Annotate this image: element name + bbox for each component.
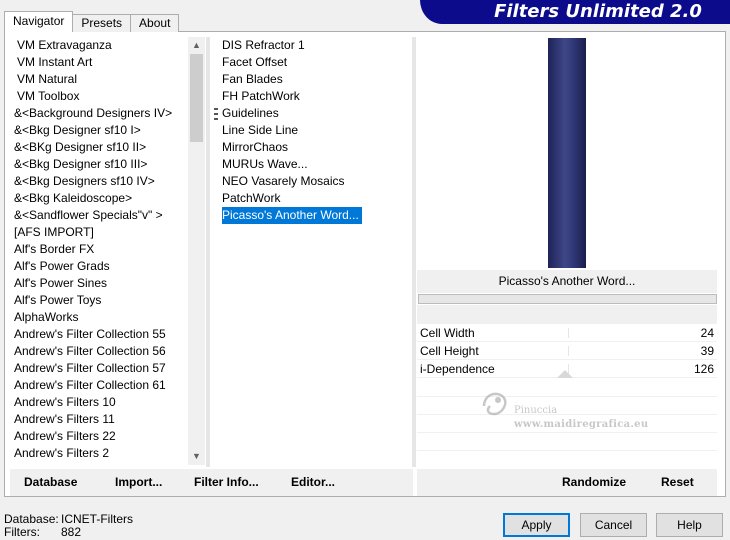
- filter-item[interactable]: MirrorChaos: [220, 139, 410, 156]
- filter-item[interactable]: FH PatchWork: [220, 88, 410, 105]
- category-item[interactable]: Andrew's Filters 10: [11, 394, 187, 411]
- category-item[interactable]: Alf's Power Toys: [11, 292, 187, 309]
- filter-item[interactable]: NEO Vasarely Mosaics: [220, 173, 410, 190]
- category-item[interactable]: Andrew's Filter Collection 56: [11, 343, 187, 360]
- scroll-thumb[interactable]: [190, 54, 203, 142]
- category-item[interactable]: VM Extravaganza: [11, 37, 187, 54]
- import-button[interactable]: Import...: [115, 474, 162, 490]
- param-value: 24: [700, 326, 714, 340]
- category-item[interactable]: AlphaWorks: [11, 309, 187, 326]
- scroll-down-icon[interactable]: ▼: [188, 448, 205, 465]
- help-button[interactable]: Help: [656, 513, 723, 537]
- category-item[interactable]: &<Bkg Designers sf10 IV>: [11, 173, 187, 190]
- category-item[interactable]: &<Bkg Kaleidoscope>: [11, 190, 187, 207]
- category-item[interactable]: &<BKg Designer sf10 II>: [11, 139, 187, 156]
- category-item[interactable]: VM Instant Art: [11, 54, 187, 71]
- tab-navigator[interactable]: Navigator: [4, 11, 74, 32]
- filter-item[interactable]: Guidelines: [220, 105, 410, 122]
- tab-about[interactable]: About: [130, 14, 180, 32]
- category-item[interactable]: Alf's Power Grads: [11, 258, 187, 275]
- apply-button[interactable]: Apply: [503, 513, 570, 537]
- database-value: ICNET-Filters: [61, 512, 133, 526]
- category-item[interactable]: Andrew's Filters 22: [11, 428, 187, 445]
- param-cell-height[interactable]: Cell Height 39: [417, 342, 717, 360]
- cancel-button[interactable]: Cancel: [580, 513, 647, 537]
- filter-item[interactable]: MURUs Wave...: [220, 156, 410, 173]
- category-item[interactable]: Andrew's Filters 11: [11, 411, 187, 428]
- category-item[interactable]: Alf's Power Sines: [11, 275, 187, 292]
- slider-marker-icon[interactable]: [557, 370, 573, 378]
- preview-image: [548, 38, 586, 268]
- editor-button[interactable]: Editor...: [291, 474, 335, 490]
- filter-item[interactable]: Fan Blades: [220, 71, 410, 88]
- category-item[interactable]: VM Natural: [11, 71, 187, 88]
- category-item[interactable]: Andrew's Filter Collection 61: [11, 377, 187, 394]
- param-label: Cell Height: [420, 344, 479, 358]
- watermark-site: www.maidiregrafica.eu: [514, 419, 649, 430]
- category-item[interactable]: [AFS IMPORT]: [11, 224, 187, 241]
- filter-item[interactable]: Facet Offset: [220, 54, 410, 71]
- watermark: Pinuccia www.maidiregrafica.eu: [470, 384, 670, 444]
- filter-item-selected[interactable]: Picasso's Another Word...: [220, 207, 410, 224]
- slider-tick: [568, 328, 569, 338]
- category-item[interactable]: &<Bkg Designer sf10 III>: [11, 156, 187, 173]
- filter-item[interactable]: Line Side Line: [220, 122, 410, 139]
- selected-filter-label: Picasso's Another Word...: [222, 207, 362, 224]
- category-item[interactable]: &<Background Designers IV>: [11, 105, 187, 122]
- grip-icon: [214, 108, 218, 120]
- param-label: i-Dependence: [420, 362, 495, 376]
- filter-item[interactable]: DIS Refractor 1: [220, 37, 410, 54]
- category-item[interactable]: Andrew's Filter Collection 55: [11, 326, 187, 343]
- tab-presets[interactable]: Presets: [72, 14, 132, 32]
- filters-count: 882: [61, 525, 82, 539]
- category-item[interactable]: Andrew's Filters 2: [11, 445, 187, 462]
- slider-tick: [568, 346, 569, 356]
- category-item[interactable]: VM Toolbox: [11, 88, 187, 105]
- param-value: 39: [700, 344, 714, 358]
- panel-divider: [412, 37, 416, 467]
- current-filter-name: Picasso's Another Word...: [417, 270, 717, 293]
- randomize-button[interactable]: Randomize: [562, 474, 626, 490]
- param-header: [417, 305, 717, 324]
- database-info: Database: ICNET-Filters Filters: 882: [4, 513, 133, 539]
- app-title: Filters Unlimited 2.0: [494, 1, 702, 22]
- watermark-logo-icon: [482, 392, 507, 416]
- database-button[interactable]: Database: [24, 474, 77, 490]
- category-item[interactable]: Andrew's Filter Collection 57: [11, 360, 187, 377]
- reset-button[interactable]: Reset: [661, 474, 694, 490]
- category-item[interactable]: &<Bkg Designer sf10 I>: [11, 122, 187, 139]
- param-label: Cell Width: [420, 326, 475, 340]
- category-list[interactable]: VM Extravaganza VM Instant Art VM Natura…: [11, 37, 187, 465]
- tab-bar: Navigator Presets About: [4, 11, 180, 32]
- category-item[interactable]: &<Sandflower Specials"v" >: [11, 207, 187, 224]
- scroll-up-icon[interactable]: ▲: [188, 37, 205, 54]
- category-scrollbar[interactable]: ▲ ▼: [188, 37, 205, 465]
- filters-label: Filters:: [4, 525, 40, 539]
- filter-list[interactable]: DIS Refractor 1 Facet Offset Fan Blades …: [220, 37, 410, 237]
- category-item[interactable]: Alf's Border FX: [11, 241, 187, 258]
- filter-item[interactable]: PatchWork: [220, 190, 410, 207]
- param-row-divider: [417, 450, 717, 451]
- param-value: 126: [693, 362, 714, 376]
- watermark-name: Pinuccia: [514, 405, 558, 416]
- param-cell-width[interactable]: Cell Width 24: [417, 324, 717, 342]
- progress-bar: [418, 294, 717, 304]
- filter-info-button[interactable]: Filter Info...: [194, 474, 259, 490]
- panel-divider: [206, 37, 210, 467]
